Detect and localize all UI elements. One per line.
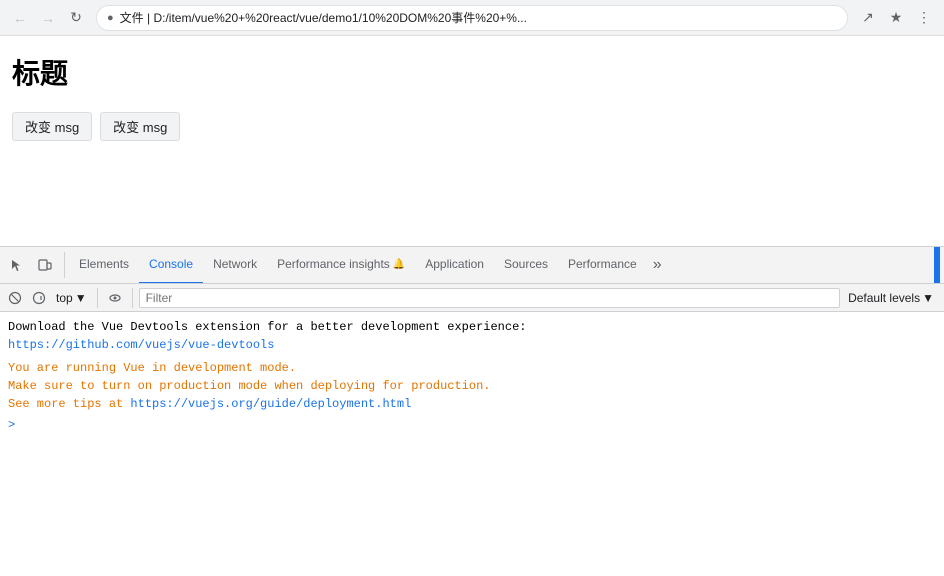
- default-levels-selector[interactable]: Default levels ▼: [842, 289, 940, 307]
- console-text-1: Download the Vue Devtools extension for …: [8, 318, 526, 354]
- separator-1: [97, 288, 98, 308]
- console-warn-text: You are running Vue in development mode.…: [8, 359, 490, 413]
- change-msg-button-1[interactable]: 改变 msg: [12, 112, 92, 141]
- bookmark-button[interactable]: ★: [884, 6, 908, 30]
- devtools-tabs: Elements Console Network Performance ins…: [0, 247, 944, 284]
- devtools-panel: Elements Console Network Performance ins…: [0, 246, 944, 576]
- nav-buttons: ← → ↻: [8, 6, 88, 30]
- tab-network[interactable]: Network: [203, 247, 267, 284]
- prompt-arrow-icon: >: [8, 418, 15, 432]
- lock-icon: ●: [107, 12, 114, 24]
- tab-performance[interactable]: Performance: [558, 247, 647, 284]
- share-button[interactable]: ↗: [856, 6, 880, 30]
- bell-icon: 🔔: [393, 259, 405, 270]
- reload-button[interactable]: ↻: [64, 6, 88, 30]
- context-selector[interactable]: top ▼: [52, 289, 91, 307]
- console-line-2: You are running Vue in development mode.…: [0, 357, 944, 416]
- tab-performance-insights[interactable]: Performance insights 🔔: [267, 247, 415, 284]
- console-line-1: Download the Vue Devtools extension for …: [0, 316, 944, 357]
- more-tabs-button[interactable]: »: [647, 247, 668, 284]
- device-icon-btn[interactable]: [32, 252, 58, 278]
- default-levels-label: Default levels: [848, 291, 920, 305]
- cursor-icon-btn[interactable]: [4, 252, 30, 278]
- buttons-row: 改变 msg 改变 msg: [12, 112, 932, 141]
- vue-devtools-link[interactable]: https://github.com/vuejs/vue-devtools: [8, 338, 274, 352]
- address-bar[interactable]: ● 文件 | D:/item/vue%20+%20react/vue/demo1…: [96, 5, 848, 31]
- toolbar-actions: ↗ ★ ⋮: [856, 6, 936, 30]
- tab-application[interactable]: Application: [415, 247, 494, 284]
- page-content: 标题 改变 msg 改变 msg: [0, 36, 944, 173]
- clear-console-button[interactable]: [4, 287, 26, 309]
- menu-button[interactable]: ⋮: [912, 6, 936, 30]
- deployment-link[interactable]: https://vuejs.org/guide/deployment.html: [130, 397, 411, 411]
- console-output: Download the Vue Devtools extension for …: [0, 312, 944, 576]
- top-label: top: [56, 291, 73, 305]
- console-toolbar: top ▼ Default levels ▼: [0, 284, 944, 312]
- tab-elements[interactable]: Elements: [69, 247, 139, 284]
- forward-button[interactable]: →: [36, 6, 60, 30]
- filter-icon-btn[interactable]: [28, 287, 50, 309]
- page-title: 标题: [12, 52, 932, 92]
- filter-input[interactable]: [139, 288, 840, 308]
- change-msg-button-2[interactable]: 改变 msg: [100, 112, 180, 141]
- tab-icon-group: [4, 252, 65, 278]
- eye-icon-btn[interactable]: [104, 287, 126, 309]
- devtools-blue-panel: [934, 247, 940, 284]
- separator-2: [132, 288, 133, 308]
- tab-sources[interactable]: Sources: [494, 247, 558, 284]
- browser-chrome: ← → ↻ ● 文件 | D:/item/vue%20+%20react/vue…: [0, 0, 944, 36]
- console-prompt: >: [0, 416, 944, 434]
- dropdown-arrow-icon: ▼: [75, 291, 87, 305]
- address-text: 文件 | D:/item/vue%20+%20react/vue/demo1/1…: [120, 9, 527, 26]
- default-levels-arrow: ▼: [922, 291, 934, 305]
- tab-console[interactable]: Console: [139, 247, 203, 284]
- back-button[interactable]: ←: [8, 6, 32, 30]
